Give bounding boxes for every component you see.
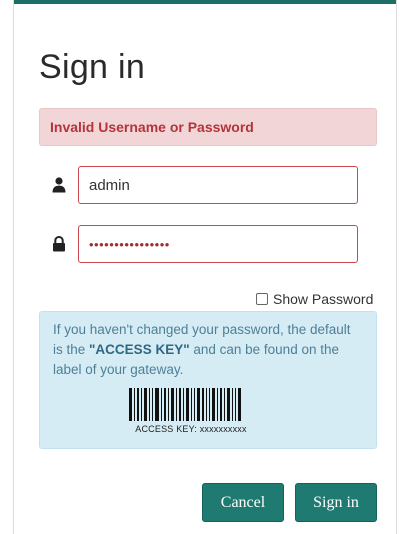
password-row [52,225,372,265]
barcode-image [129,388,241,421]
username-input[interactable] [78,166,358,204]
cancel-button[interactable]: Cancel [202,483,284,522]
page-title: Sign in [39,48,146,86]
username-row [52,166,372,206]
lock-icon [52,235,66,252]
sign-in-button[interactable]: Sign in [295,483,377,522]
dialog-top-accent [14,0,396,4]
error-alert: Invalid Username or Password [39,108,377,146]
info-text-emphasis: "ACCESS KEY" [89,342,190,357]
user-icon [52,177,66,193]
info-text: If you haven't changed your password, th… [53,320,363,380]
sign-in-dialog: Sign in Invalid Username or Password Sho… [13,0,397,534]
show-password-label: Show Password [273,291,374,307]
info-box: If you haven't changed your password, th… [39,311,377,449]
barcode-caption: ACCESS KEY: xxxxxxxxxx [135,424,247,434]
show-password-toggle[interactable]: Show Password [256,290,373,308]
show-password-checkbox[interactable] [256,293,268,305]
password-input[interactable] [78,225,358,263]
